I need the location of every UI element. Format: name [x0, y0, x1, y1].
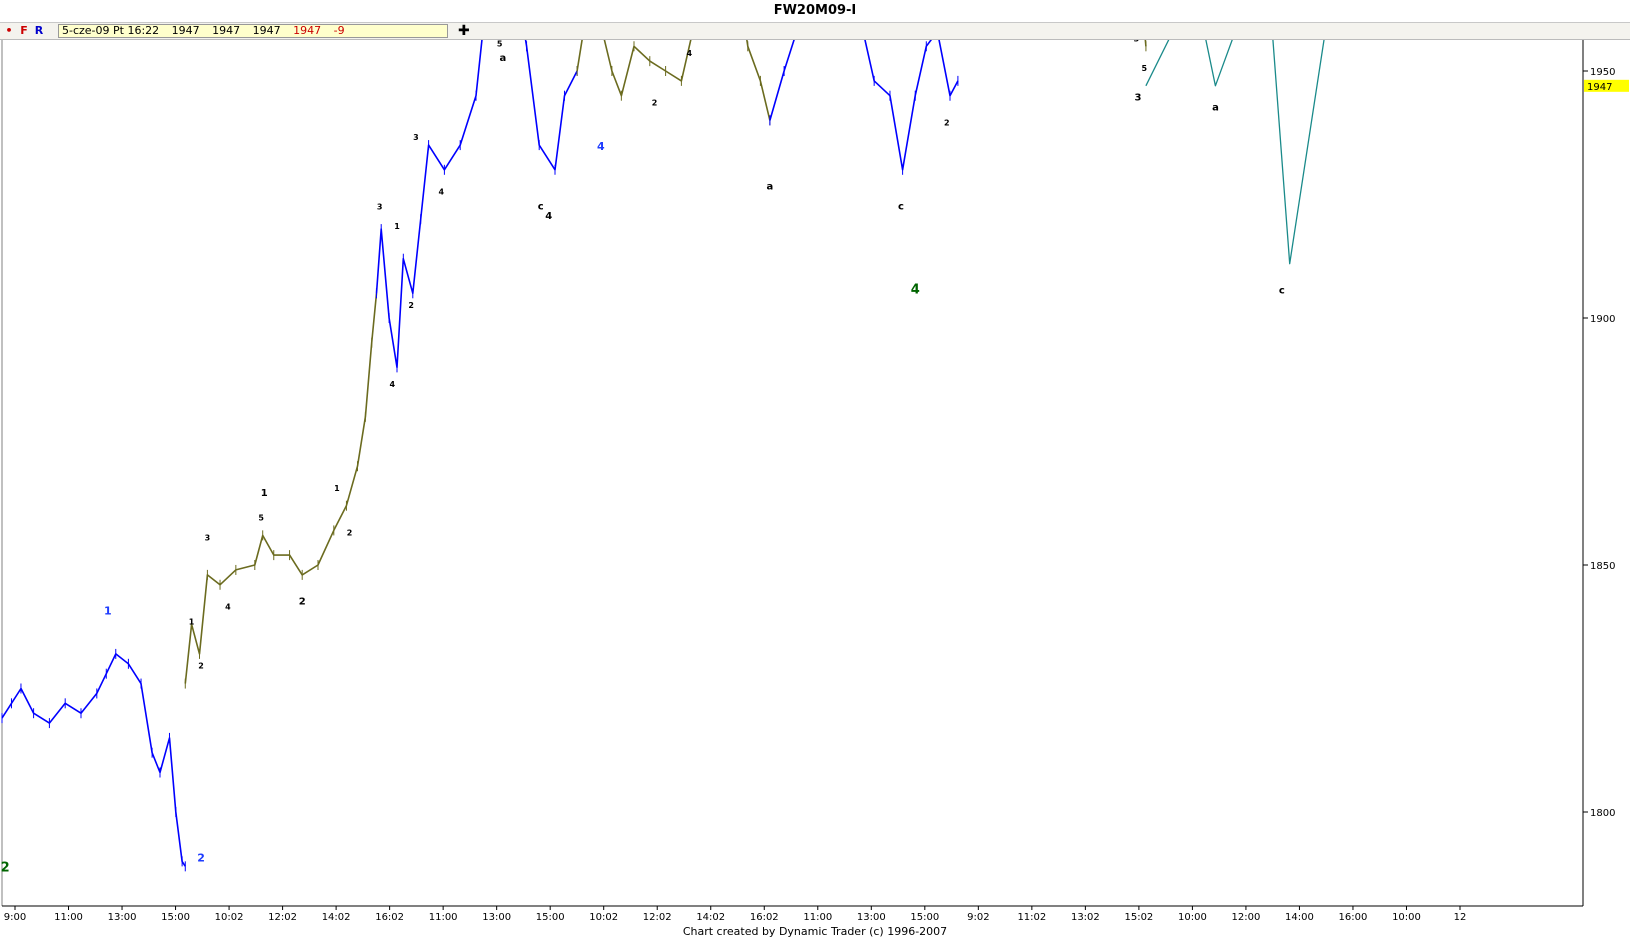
x-tick-label: 14:00 [1285, 912, 1314, 923]
x-tick-label: 14:02 [322, 912, 351, 923]
price-chart: 18001850190019502000205021009:0011:0013:… [0, 40, 1630, 924]
wave-label: 4 [911, 282, 920, 297]
x-tick-label: 10:02 [589, 912, 618, 923]
x-tick-label: 15:02 [1124, 912, 1153, 923]
x-tick-label: 13:00 [108, 912, 137, 923]
x-tick-label: 10:00 [1392, 912, 1421, 923]
f-button[interactable]: F [17, 23, 31, 39]
wave-label: 2 [299, 597, 306, 608]
quote-change: -9 [333, 24, 345, 37]
wave-label: 4 [545, 211, 552, 222]
x-tick-label: 13:00 [857, 912, 886, 923]
add-icon[interactable]: ✚ [458, 23, 470, 39]
quote-toolbar: • F R 5-cze-09 Pt 16:22 1947 1947 1947 1… [0, 23, 1630, 40]
x-tick-label: 15:00 [536, 912, 565, 923]
wave-label: 1 [394, 222, 400, 231]
chart-window: FW20M09-I • F R 5-cze-09 Pt 16:22 1947 1… [0, 0, 1630, 939]
wave-label: 2 [408, 301, 414, 310]
quote-date: 5-cze-09 Pt 16:22 [62, 24, 160, 37]
wave-label: 4 [687, 49, 693, 58]
x-tick-label: 12:02 [268, 912, 297, 923]
quote-open: 1947 [171, 24, 200, 37]
x-tick-label: 10:02 [215, 912, 244, 923]
wave-label: 1 [189, 617, 195, 626]
wave-label: 1 [104, 604, 112, 617]
x-tick-label: 11:00 [803, 912, 832, 923]
x-tick-label: 14:02 [696, 912, 725, 923]
y-tick-label: 1950 [1590, 67, 1615, 78]
x-tick-label: 16:00 [1339, 912, 1368, 923]
wave-label: 5 [1142, 64, 1148, 73]
y-tick-label: 1800 [1590, 808, 1615, 819]
quote-field[interactable]: 5-cze-09 Pt 16:22 1947 1947 1947 1947 -9 [58, 24, 448, 38]
wave-label: 4 [389, 380, 395, 389]
record-dot-button[interactable]: • [2, 23, 16, 39]
quote-last: 1947 [293, 24, 322, 37]
wave-label: 4 [438, 188, 444, 197]
x-tick-label: 12 [1454, 912, 1467, 923]
x-tick-label: 13:00 [482, 912, 511, 923]
x-tick-label: 11:00 [429, 912, 458, 923]
x-tick-label: 10:00 [1178, 912, 1207, 923]
quote-low: 1947 [252, 24, 281, 37]
last-price-label: 1947 [1587, 82, 1612, 93]
wave-label: a [767, 182, 774, 193]
x-tick-label: 15:00 [910, 912, 939, 923]
x-tick-label: 16:02 [375, 912, 404, 923]
r-button[interactable]: R [32, 23, 46, 39]
wave-label: c [898, 201, 904, 212]
wave-label: 5 [497, 40, 503, 48]
chart-credit: Chart created by Dynamic Trader (c) 1996… [682, 925, 948, 938]
wave-label: 3 [413, 133, 419, 142]
plot-background [0, 40, 1630, 924]
wave-label: a [1212, 103, 1219, 114]
wave-label: 3 [205, 533, 211, 542]
x-tick-label: 11:02 [1017, 912, 1046, 923]
wave-label: 3 [1135, 93, 1142, 104]
wave-label: 1 [261, 488, 268, 499]
wave-label: 4 [225, 602, 231, 611]
x-tick-label: 13:02 [1071, 912, 1100, 923]
wave-label: 2 [197, 851, 205, 864]
wave-label: 2 [944, 118, 950, 127]
quote-high: 1947 [212, 24, 241, 37]
wave-label: c [538, 201, 544, 212]
x-tick-label: 9:00 [4, 912, 26, 923]
x-tick-label: 16:02 [750, 912, 779, 923]
wave-label: 2 [347, 528, 353, 537]
wave-label: c [1279, 285, 1285, 296]
wave-label: 2 [1, 860, 10, 875]
x-tick-label: 9:02 [967, 912, 989, 923]
x-tick-label: 12:00 [1232, 912, 1261, 923]
wave-label: 2 [198, 662, 204, 671]
wave-label: a [499, 53, 506, 64]
x-tick-label: 12:02 [643, 912, 672, 923]
y-tick-label: 1850 [1590, 561, 1615, 572]
wave-label: 3 [377, 202, 383, 211]
wave-label: 1 [334, 484, 340, 493]
x-tick-label: 11:00 [54, 912, 83, 923]
wave-label: 3 [1134, 40, 1140, 43]
x-tick-label: 15:00 [161, 912, 190, 923]
wave-label: 5 [258, 514, 264, 523]
wave-label: 4 [597, 140, 605, 153]
y-tick-label: 1900 [1590, 314, 1615, 325]
wave-label: 2 [652, 99, 658, 108]
window-title: FW20M09-I [0, 0, 1630, 23]
